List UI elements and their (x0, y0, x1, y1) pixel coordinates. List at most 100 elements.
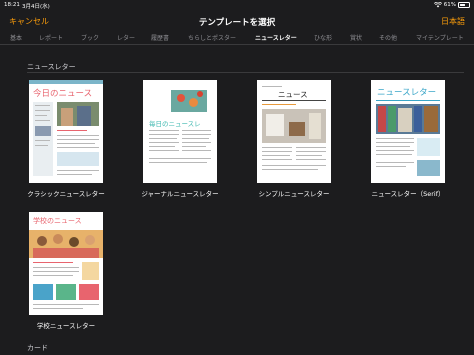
template-label: 学校ニュースレター (36, 322, 96, 330)
text-line (35, 115, 47, 117)
photo-detail (266, 114, 284, 136)
template-label: ニュースレター（Serif） (371, 190, 445, 198)
text-line (149, 146, 175, 148)
text-line (262, 165, 326, 167)
battery-percent: 61% (443, 1, 456, 8)
text-line (149, 138, 177, 140)
battery-fill (460, 3, 465, 6)
text-line (182, 146, 206, 148)
text-line (262, 155, 290, 157)
text-line (35, 120, 50, 122)
text-line (57, 135, 99, 137)
page-title: テンプレートを選択 (198, 17, 276, 28)
text-line (57, 139, 99, 141)
text-line (296, 159, 326, 161)
status-right: 61% (433, 1, 470, 8)
text-line (33, 304, 99, 306)
tab-forms[interactable]: ひな形 (314, 33, 332, 42)
headline-line (57, 130, 87, 132)
template-thumbnail: 学校のニュース (29, 212, 103, 315)
template-thumbnail: ニュース (257, 80, 331, 183)
text-line (262, 86, 282, 87)
section-title-card: カード (27, 344, 48, 352)
photo-detail (378, 106, 386, 132)
text-line (149, 130, 179, 132)
flower (177, 94, 185, 102)
sidebar-block (33, 102, 53, 176)
text-line (57, 143, 95, 145)
masthead-text: 今日のニュース (33, 89, 93, 99)
status-date: 3月4日(水) (22, 4, 50, 10)
rule (376, 100, 440, 101)
tab-reports[interactable]: レポート (39, 33, 63, 42)
template-thumbnail: 毎日のニュースレ (143, 80, 217, 183)
photo-detail (85, 235, 95, 245)
section-divider (27, 72, 464, 73)
photo-detail (309, 113, 321, 139)
text-line (57, 174, 92, 176)
tab-books[interactable]: ブック (81, 33, 99, 42)
text-line (182, 130, 211, 132)
text-line (33, 267, 79, 269)
sidebar-block (417, 138, 440, 156)
text-line (262, 151, 292, 153)
tab-certificates[interactable]: 賞状 (350, 33, 362, 42)
text-line (182, 150, 211, 152)
photo-detail (77, 106, 91, 126)
photo-detail (53, 234, 63, 244)
flower (189, 98, 198, 107)
text-line (149, 162, 207, 164)
header-band (29, 80, 103, 84)
text-line (57, 147, 99, 149)
tab-my-templates[interactable]: マイテンプレート (416, 33, 464, 42)
template-label: ジャーナルニュースレター (141, 190, 219, 198)
template-thumbnail: ニュースレター (371, 80, 445, 183)
text-line (149, 134, 179, 136)
text-line (33, 275, 73, 277)
tab-resumes[interactable]: 履歴書 (151, 33, 169, 42)
photo-detail (424, 106, 438, 132)
text-line (35, 145, 48, 147)
photo-detail (37, 236, 47, 246)
text-line (296, 147, 326, 149)
masthead-text: ニュースレター (377, 88, 437, 98)
text-line (149, 142, 179, 144)
text-line (376, 142, 414, 144)
tab-basic[interactable]: 基本 (10, 33, 22, 42)
text-line (182, 142, 211, 144)
status-time: 18:21 (4, 2, 20, 8)
text-line (149, 150, 179, 152)
text-line (182, 134, 211, 136)
headline-line (262, 104, 296, 106)
photo-detail (398, 108, 412, 132)
rule (262, 100, 326, 101)
template-label: クラシックニュースレター (27, 190, 105, 198)
masthead-text: 毎日のニュースレ (149, 120, 201, 128)
photo-detail (33, 248, 99, 258)
battery-icon (458, 1, 470, 8)
template-thumbnail: 今日のニュース (29, 80, 103, 183)
language-button[interactable]: 日本語 (441, 16, 465, 27)
photo (35, 126, 51, 136)
tab-letters[interactable]: レター (117, 33, 135, 42)
tab-other[interactable]: その他 (379, 33, 397, 42)
flower (197, 91, 203, 97)
text-line (35, 140, 50, 142)
status-bar: 18:21 3月4日(水) 61% (0, 0, 474, 10)
text-line (376, 146, 410, 148)
photo-detail (289, 122, 305, 136)
photo (417, 160, 440, 176)
tab-newsletters[interactable]: ニュースレター (255, 33, 297, 42)
photo (57, 152, 99, 166)
text-line (182, 138, 209, 140)
photo-detail (61, 108, 73, 126)
text-line (57, 170, 99, 172)
text-line (296, 155, 322, 157)
category-tabs: 基本 レポート ブック レター 履歴書 ちらしとポスター ニュースレター ひな形… (0, 31, 474, 43)
nav-bar: キャンセル テンプレートを選択 日本語 (0, 10, 474, 30)
tab-flyers-posters[interactable]: ちらしとポスター (188, 33, 236, 42)
template-label: シンプルニュースレター (258, 190, 330, 198)
text-line (376, 154, 412, 156)
text-line (296, 151, 326, 153)
headline-line (33, 262, 73, 264)
